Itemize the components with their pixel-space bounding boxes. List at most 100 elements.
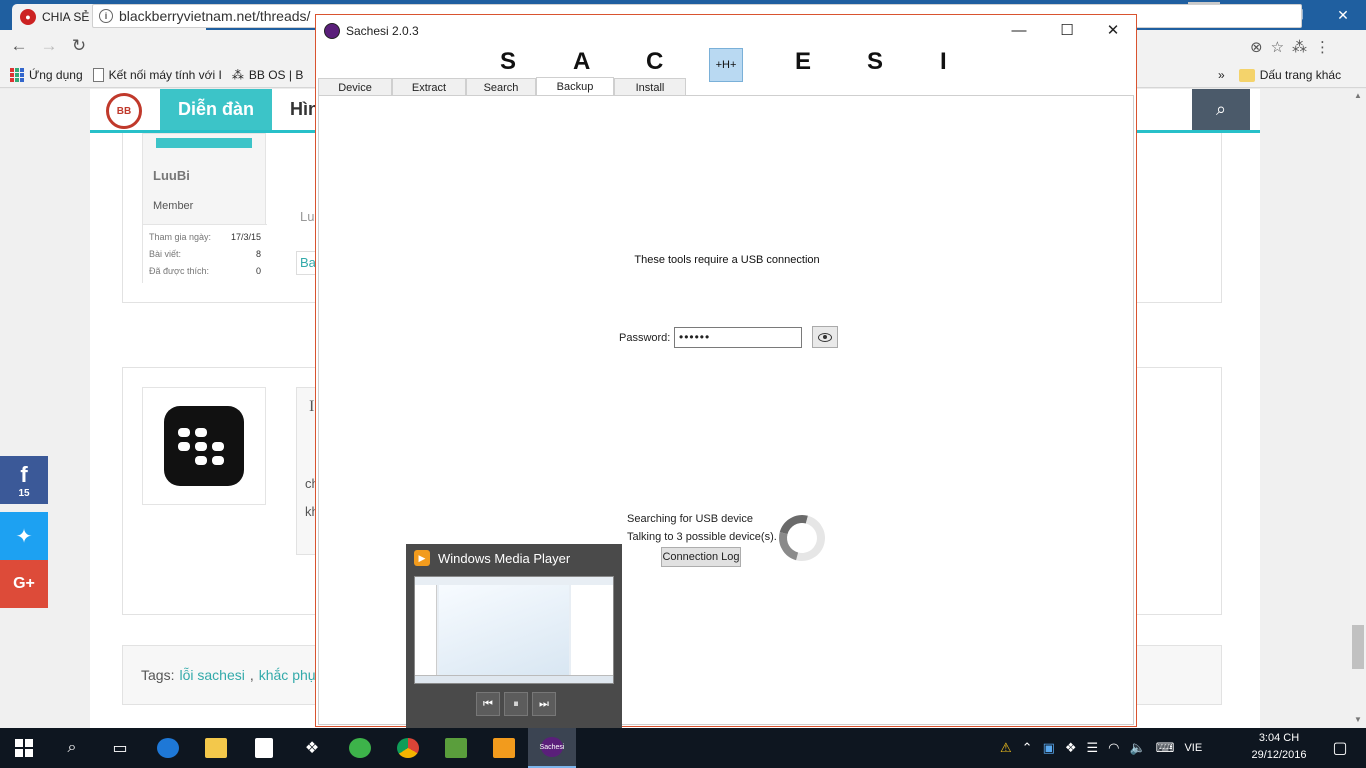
task-view-icon[interactable]: ▭: [96, 728, 144, 768]
sachesi-app-icon: [324, 23, 340, 39]
previous-icon[interactable]: ⏮: [476, 692, 500, 716]
edge-icon[interactable]: [144, 728, 192, 768]
site-favicon-icon: ●: [20, 9, 36, 25]
close-icon[interactable]: ✕: [1090, 15, 1136, 45]
menu-icon[interactable]: ⋮: [1315, 38, 1330, 56]
user-stats: Tham gia ngày: 17/3/15 Bài viết: 8 Đã được…: [143, 224, 267, 284]
pause-icon[interactable]: ⏸: [504, 692, 528, 716]
facebook-share-button[interactable]: f 15: [0, 456, 48, 504]
stat-label: Tham gia ngày:: [149, 232, 212, 242]
stat-value: 17/3/15: [230, 232, 261, 242]
site-logo[interactable]: BB: [106, 93, 142, 129]
dropbox-icon[interactable]: ❖: [288, 728, 336, 768]
maximize-icon[interactable]: ☐: [1044, 15, 1090, 45]
clock-time: 3:04 CH: [1258, 732, 1300, 744]
blackberry-icon: ⁂: [231, 67, 244, 82]
file-explorer-icon[interactable]: [192, 728, 240, 768]
next-icon[interactable]: ⏭: [532, 692, 556, 716]
stat-label: Bài viết:: [149, 249, 182, 259]
wmp-thumb-sidebar: [415, 585, 437, 677]
twitter-share-button[interactable]: ✦: [0, 512, 48, 560]
warning-icon[interactable]: ⚠: [1000, 740, 1012, 756]
chrome-icon[interactable]: [384, 728, 432, 768]
wmp-thumb-controls: [415, 675, 613, 683]
googleplus-icon: G+: [13, 575, 35, 592]
wifi-icon[interactable]: ◠: [1108, 740, 1119, 756]
action-center-icon[interactable]: ▢: [1320, 728, 1360, 768]
show-password-button[interactable]: [812, 326, 838, 348]
bookmark-apps[interactable]: Ứng dụng: [10, 67, 83, 82]
stat-row: Đã được thích: 0: [149, 263, 261, 280]
search-icon[interactable]: ⌕: [48, 728, 96, 768]
omnibox-actions: ⊗ ☆ ⁂ ⋮: [1250, 38, 1330, 56]
back-arrow-icon[interactable]: ←: [4, 32, 34, 60]
eye-icon: [818, 332, 832, 342]
volume-icon[interactable]: 🔈: [1130, 740, 1146, 756]
status-line: Talking to 3 possible device(s).: [627, 531, 777, 543]
avatar[interactable]: [142, 387, 266, 505]
password-label: Password:: [619, 332, 671, 344]
wmp-thumb-buttons: ⏮ ⏸ ⏭: [476, 692, 556, 716]
store-icon[interactable]: [240, 728, 288, 768]
close-icon[interactable]: ✕: [1320, 0, 1366, 30]
other-bookmarks-label: Dấu trang khác: [1259, 68, 1342, 82]
network-icon[interactable]: ☰: [1087, 740, 1099, 756]
googleplus-share-button[interactable]: G+: [0, 560, 48, 608]
parrot-app-icon[interactable]: [336, 728, 384, 768]
username[interactable]: LuuBi: [153, 168, 190, 183]
search-icon[interactable]: ⌕: [1192, 89, 1250, 130]
wmp-thumb-main: [439, 585, 569, 677]
tags-label: Tags:: [141, 667, 175, 683]
minimize-icon[interactable]: —: [996, 15, 1042, 45]
blackberry-extension-icon[interactable]: ⁂: [1292, 38, 1307, 56]
tab-backup[interactable]: Backup: [536, 77, 614, 96]
dropbox-tray-icon[interactable]: ❖: [1065, 740, 1077, 756]
bookmark-star-icon[interactable]: ☆: [1271, 38, 1284, 56]
stat-label: Đã được thích:: [149, 266, 209, 276]
tab-search[interactable]: Search: [466, 78, 536, 96]
reload-icon[interactable]: ↻: [64, 32, 94, 60]
media-player-icon[interactable]: [480, 728, 528, 768]
bookmarks-overflow-button[interactable]: »: [1218, 68, 1225, 82]
show-hidden-icons[interactable]: ⌃: [1022, 740, 1033, 756]
logo-letter: S: [500, 48, 518, 75]
logo-letter: E: [795, 48, 813, 75]
scroll-up-icon[interactable]: ▲: [1354, 91, 1362, 100]
bookmark-ketnoi[interactable]: Kết nối máy tính với I: [92, 67, 222, 82]
bookmark-label: Kết nối máy tính với I: [108, 67, 222, 82]
language-indicator[interactable]: VIE: [1184, 742, 1202, 754]
url-text: blackberryvietnam.net/threads/: [119, 8, 311, 24]
tab-extract[interactable]: Extract: [392, 78, 466, 96]
wmp-taskbar-preview[interactable]: ▶ Windows Media Player ⏮ ⏸ ⏭: [406, 544, 622, 728]
page-scrollbar[interactable]: ▲ ▼: [1350, 89, 1366, 728]
tab-install[interactable]: Install: [614, 78, 686, 96]
wmp-title: Windows Media Player: [438, 550, 571, 566]
forward-arrow-icon[interactable]: →: [34, 32, 64, 60]
connection-log-button[interactable]: Connection Log: [661, 547, 741, 567]
other-bookmarks[interactable]: Dấu trang khác: [1238, 68, 1342, 82]
keyboard-icon[interactable]: ⌨: [1156, 740, 1175, 756]
logo-letter: I: [940, 48, 948, 75]
facebook-count: 15: [18, 487, 30, 499]
wmp-thumbnail[interactable]: [414, 576, 614, 684]
facebook-icon: f: [20, 461, 28, 487]
clock[interactable]: 3:04 CH 29/12/2016: [1244, 730, 1314, 764]
sachesi-taskbar-button[interactable]: Sachesi: [528, 728, 576, 768]
wmp-thumb-right: [571, 585, 613, 677]
blocked-popup-icon[interactable]: ⊗: [1250, 38, 1263, 56]
zalo-icon[interactable]: ▣: [1043, 740, 1055, 756]
window-title: Sachesi 2.0.3: [346, 24, 419, 38]
start-button[interactable]: [0, 728, 48, 768]
info-icon[interactable]: i: [99, 9, 113, 23]
nav-forum[interactable]: Diễn đàn: [160, 89, 272, 130]
scroll-down-icon[interactable]: ▼: [1354, 715, 1362, 724]
scrollbar-thumb[interactable]: [1352, 625, 1364, 669]
bookmark-label: Ứng dụng: [29, 67, 83, 82]
h-button[interactable]: +H+: [709, 48, 743, 82]
tab-device[interactable]: Device: [318, 78, 392, 96]
bookmark-bbos[interactable]: ⁂ BB OS | B: [232, 68, 303, 82]
tag-link[interactable]: lỗi sachesi: [179, 667, 244, 683]
evernote-icon[interactable]: [432, 728, 480, 768]
password-field[interactable]: ••••••: [674, 327, 802, 348]
logo-letter: C: [646, 48, 665, 75]
